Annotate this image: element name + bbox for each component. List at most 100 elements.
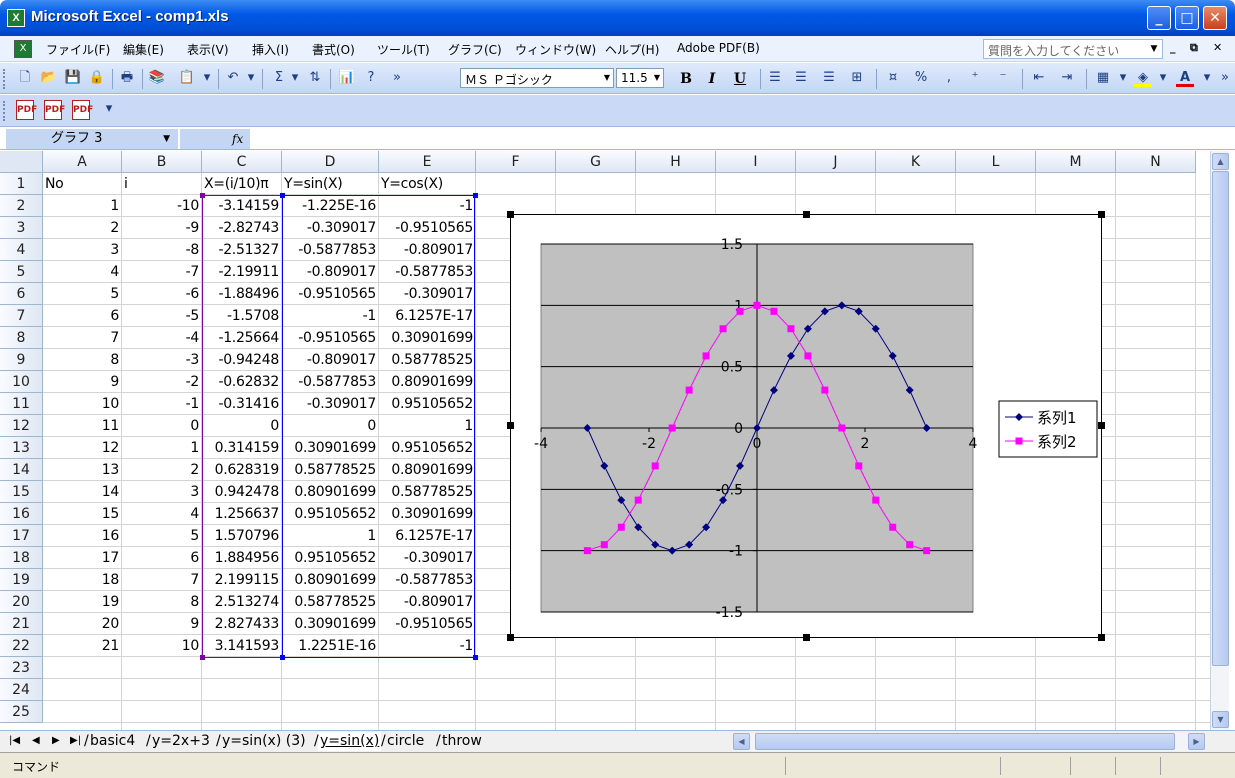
row-header-20[interactable]: 20: [0, 591, 43, 613]
select-all-corner[interactable]: [0, 151, 43, 173]
row-header-25[interactable]: 25: [0, 701, 43, 723]
cell-a13[interactable]: 12: [43, 437, 121, 459]
insert-function-icon[interactable]: fx: [180, 129, 250, 149]
chart-wizard-icon[interactable]: 📊: [338, 69, 356, 87]
cell-d21[interactable]: 0.30901699: [282, 613, 378, 635]
cell-c18[interactable]: 1.884956: [202, 547, 281, 569]
cell-b17[interactable]: 5: [122, 525, 201, 547]
cell-d22[interactable]: 1.2251E-16: [282, 635, 378, 657]
cell-d11[interactable]: -0.309017: [282, 393, 378, 415]
cell-c1[interactable]: X=(i/10)π: [202, 173, 281, 195]
row-header-21[interactable]: 21: [0, 613, 43, 635]
cell-c3[interactable]: -2.82743: [202, 217, 281, 239]
doc-close-button[interactable]: ✕: [1213, 41, 1222, 54]
menu-help[interactable]: ヘルプ(H): [605, 41, 659, 58]
cell-e11[interactable]: 0.95105652: [379, 393, 475, 415]
open-folder-icon[interactable]: 📂: [40, 69, 58, 87]
percent-button[interactable]: %: [912, 69, 930, 87]
cell-b19[interactable]: 7: [122, 569, 201, 591]
cell-a14[interactable]: 13: [43, 459, 121, 481]
minimize-button[interactable]: _: [1147, 6, 1171, 30]
cell-d16[interactable]: 0.95105652: [282, 503, 378, 525]
cell-b6[interactable]: -6: [122, 283, 201, 305]
cell-b5[interactable]: -7: [122, 261, 201, 283]
cell-c13[interactable]: 0.314159: [202, 437, 281, 459]
cell-e2[interactable]: -1: [379, 195, 475, 217]
cell-c11[interactable]: -0.31416: [202, 393, 281, 415]
save-icon[interactable]: 💾: [64, 69, 82, 87]
permission-icon[interactable]: 🔒: [88, 69, 106, 87]
chevron-down-icon[interactable]: ▼: [601, 69, 613, 87]
cell-c4[interactable]: -2.51327: [202, 239, 281, 261]
cell-c10[interactable]: -0.62832: [202, 371, 281, 393]
row-header-6[interactable]: 6: [0, 283, 43, 305]
range-handle[interactable]: [473, 193, 478, 198]
cell-e18[interactable]: -0.309017: [379, 547, 475, 569]
cell-c6[interactable]: -1.88496: [202, 283, 281, 305]
menu-adobe-pdf[interactable]: Adobe PDF(B): [677, 41, 760, 55]
cell-c16[interactable]: 1.256637: [202, 503, 281, 525]
cell-c12[interactable]: 0: [202, 415, 281, 437]
row-header-8[interactable]: 8: [0, 327, 43, 349]
cell-b13[interactable]: 1: [122, 437, 201, 459]
row-header-3[interactable]: 3: [0, 217, 43, 239]
menu-file[interactable]: ファイル(F): [46, 41, 110, 58]
toolbar-options-icon[interactable]: »: [388, 69, 406, 87]
cell-e17[interactable]: 6.1257E-17: [379, 525, 475, 547]
cell-a9[interactable]: 8: [43, 349, 121, 371]
prev-sheet-icon[interactable]: ◀: [32, 735, 40, 746]
cell-b3[interactable]: -9: [122, 217, 201, 239]
cell-e1[interactable]: Y=cos(X): [379, 173, 475, 195]
cell-d19[interactable]: 0.80901699: [282, 569, 378, 591]
sheet-tab-1[interactable]: y=2x+3: [150, 732, 212, 751]
cell-e9[interactable]: 0.58778525: [379, 349, 475, 371]
underline-button[interactable]: U: [730, 69, 750, 89]
row-header-24[interactable]: 24: [0, 679, 43, 701]
chart-object[interactable]: -4 -2 0 2 4 1.5 1 0.5 0 -0.5 -1 -1.5 系列1 系列2: [510, 214, 1102, 638]
cell-e12[interactable]: 1: [379, 415, 475, 437]
cell-e16[interactable]: 0.30901699: [379, 503, 475, 525]
cell-a15[interactable]: 14: [43, 481, 121, 503]
row-header-15[interactable]: 15: [0, 481, 43, 503]
menu-insert[interactable]: 挿入(I): [252, 41, 289, 58]
cell-c20[interactable]: 2.513274: [202, 591, 281, 613]
chart-resize-handle[interactable]: [803, 634, 810, 641]
cell-a10[interactable]: 9: [43, 371, 121, 393]
sheet-tab-0[interactable]: basic4: [88, 732, 137, 751]
range-handle[interactable]: [473, 655, 478, 660]
column-header-g[interactable]: G: [556, 151, 636, 173]
cell-c2[interactable]: -3.14159: [202, 195, 281, 217]
cell-b22[interactable]: 10: [122, 635, 201, 657]
cell-d1[interactable]: Y=sin(X): [282, 173, 378, 195]
next-sheet-icon[interactable]: ▶: [52, 735, 60, 746]
cell-c14[interactable]: 0.628319: [202, 459, 281, 481]
decrease-indent-icon[interactable]: ⇤: [1030, 69, 1048, 87]
column-header-f[interactable]: F: [476, 151, 556, 173]
toolbar-options-icon[interactable]: ▾: [100, 100, 118, 118]
row-header-14[interactable]: 14: [0, 459, 43, 481]
toolbar-grip[interactable]: [3, 69, 6, 89]
cell-c7[interactable]: -1.5708: [202, 305, 281, 327]
cell-b7[interactable]: -5: [122, 305, 201, 327]
increase-decimal-icon[interactable]: ⁺: [966, 69, 984, 87]
bold-button[interactable]: B: [676, 69, 696, 89]
cell-a18[interactable]: 17: [43, 547, 121, 569]
convert-to-pdf-icon[interactable]: PDF: [16, 100, 37, 120]
column-header-l[interactable]: L: [956, 151, 1036, 173]
cell-a21[interactable]: 20: [43, 613, 121, 635]
column-header-d[interactable]: D: [282, 151, 379, 173]
cell-c17[interactable]: 1.570796: [202, 525, 281, 547]
cell-d20[interactable]: 0.58778525: [282, 591, 378, 613]
row-header-7[interactable]: 7: [0, 305, 43, 327]
cell-c19[interactable]: 2.199115: [202, 569, 281, 591]
name-box[interactable]: グラフ 3 ▼: [6, 129, 178, 149]
cell-d6[interactable]: -0.9510565: [282, 283, 378, 305]
cell-d12[interactable]: 0: [282, 415, 378, 437]
worksheet-grid[interactable]: ABCDEFGHIJKLMN 1 2 3 4 5 6 7 8 9 10 11 12 13 14 15 16 17…: [0, 151, 1210, 730]
cell-c15[interactable]: 0.942478: [202, 481, 281, 503]
cell-a20[interactable]: 19: [43, 591, 121, 613]
menu-view[interactable]: 表示(V): [187, 41, 229, 58]
currency-icon[interactable]: ¤: [884, 69, 902, 87]
scroll-up-icon[interactable]: ▲: [1212, 153, 1229, 170]
chevron-down-icon[interactable]: ▼: [163, 129, 170, 149]
